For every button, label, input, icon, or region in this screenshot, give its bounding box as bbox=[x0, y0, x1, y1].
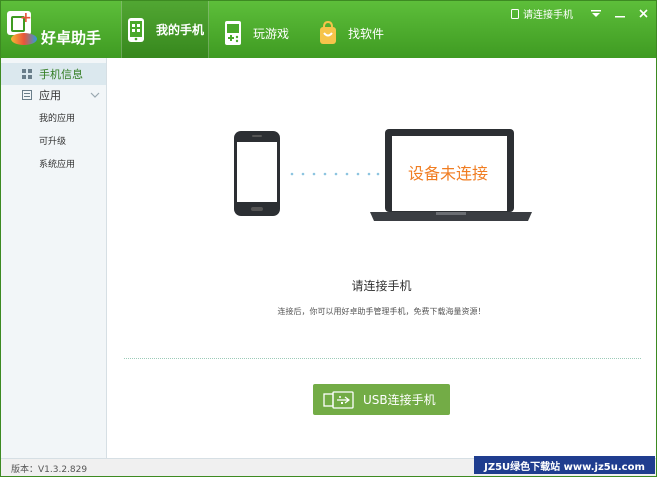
sidebar-item-label: 应用 bbox=[39, 89, 61, 102]
sidebar-subitem-upgradable[interactable]: 可升级 bbox=[39, 134, 66, 147]
connect-description: 连接后，你可以用好卓助手管理手机，免费下载海量资源！ bbox=[277, 307, 486, 316]
sidebar: 手机信息 应用 我的应用 可升级 系统应用 bbox=[1, 58, 107, 458]
tab-my-phone[interactable]: 我的手机 bbox=[121, 1, 209, 58]
tab-play-games-label: 玩游戏 bbox=[253, 26, 290, 41]
version-label: 版本：V1.3.2.829 bbox=[11, 465, 88, 475]
menu-dropdown-icon[interactable] bbox=[591, 9, 601, 18]
tab-find-software[interactable]: 找软件 bbox=[318, 15, 384, 51]
window-toolbar: 请连接手机 bbox=[511, 6, 648, 21]
phone-icon bbox=[127, 17, 144, 42]
usb-connect-button[interactable]: USB连接手机 bbox=[313, 384, 450, 415]
tab-play-games[interactable]: 玩游戏 bbox=[223, 15, 289, 51]
sidebar-subitem-my-apps[interactable]: 我的应用 bbox=[39, 111, 75, 124]
gamepad-icon bbox=[225, 21, 241, 45]
app-window: + 好卓助手 我的手机 玩游戏 找软件 请连接手机 手机信息 应用 我的应用 可… bbox=[0, 0, 657, 477]
tab-my-phone-label: 我的手机 bbox=[155, 23, 204, 37]
sidebar-item-label: 手机信息 bbox=[39, 68, 83, 81]
content-divider bbox=[124, 358, 641, 359]
usb-cable-icon bbox=[323, 390, 354, 409]
connect-title: 请连接手机 bbox=[351, 279, 412, 293]
app-name: 好卓助手 bbox=[41, 29, 102, 47]
app-logo: + 好卓助手 bbox=[7, 11, 107, 51]
bag-icon bbox=[320, 20, 336, 44]
chevron-down-icon[interactable] bbox=[90, 90, 100, 100]
phone-illustration bbox=[234, 131, 280, 216]
close-icon[interactable] bbox=[639, 9, 648, 18]
connection-dots bbox=[290, 172, 380, 176]
minimize-icon[interactable] bbox=[615, 10, 625, 18]
device-status-label: 设备未连接 bbox=[407, 164, 488, 183]
info-grid-icon bbox=[22, 69, 32, 79]
usb-connect-label: USB连接手机 bbox=[363, 393, 436, 407]
top-header: + 好卓助手 我的手机 玩游戏 找软件 请连接手机 bbox=[1, 1, 656, 58]
connect-phone-link[interactable]: 请连接手机 bbox=[523, 6, 573, 21]
watermark-banner: JZ5U绿色下载站 www.jz5u.com bbox=[474, 456, 655, 474]
sidebar-item-phone-info[interactable]: 手机信息 bbox=[1, 63, 106, 85]
sidebar-item-apps[interactable]: 应用 bbox=[1, 84, 106, 106]
tab-find-software-label: 找软件 bbox=[348, 26, 385, 41]
sidebar-subitem-system-apps[interactable]: 系统应用 bbox=[39, 157, 75, 170]
apps-icon bbox=[22, 90, 32, 100]
small-phone-icon bbox=[511, 8, 519, 19]
